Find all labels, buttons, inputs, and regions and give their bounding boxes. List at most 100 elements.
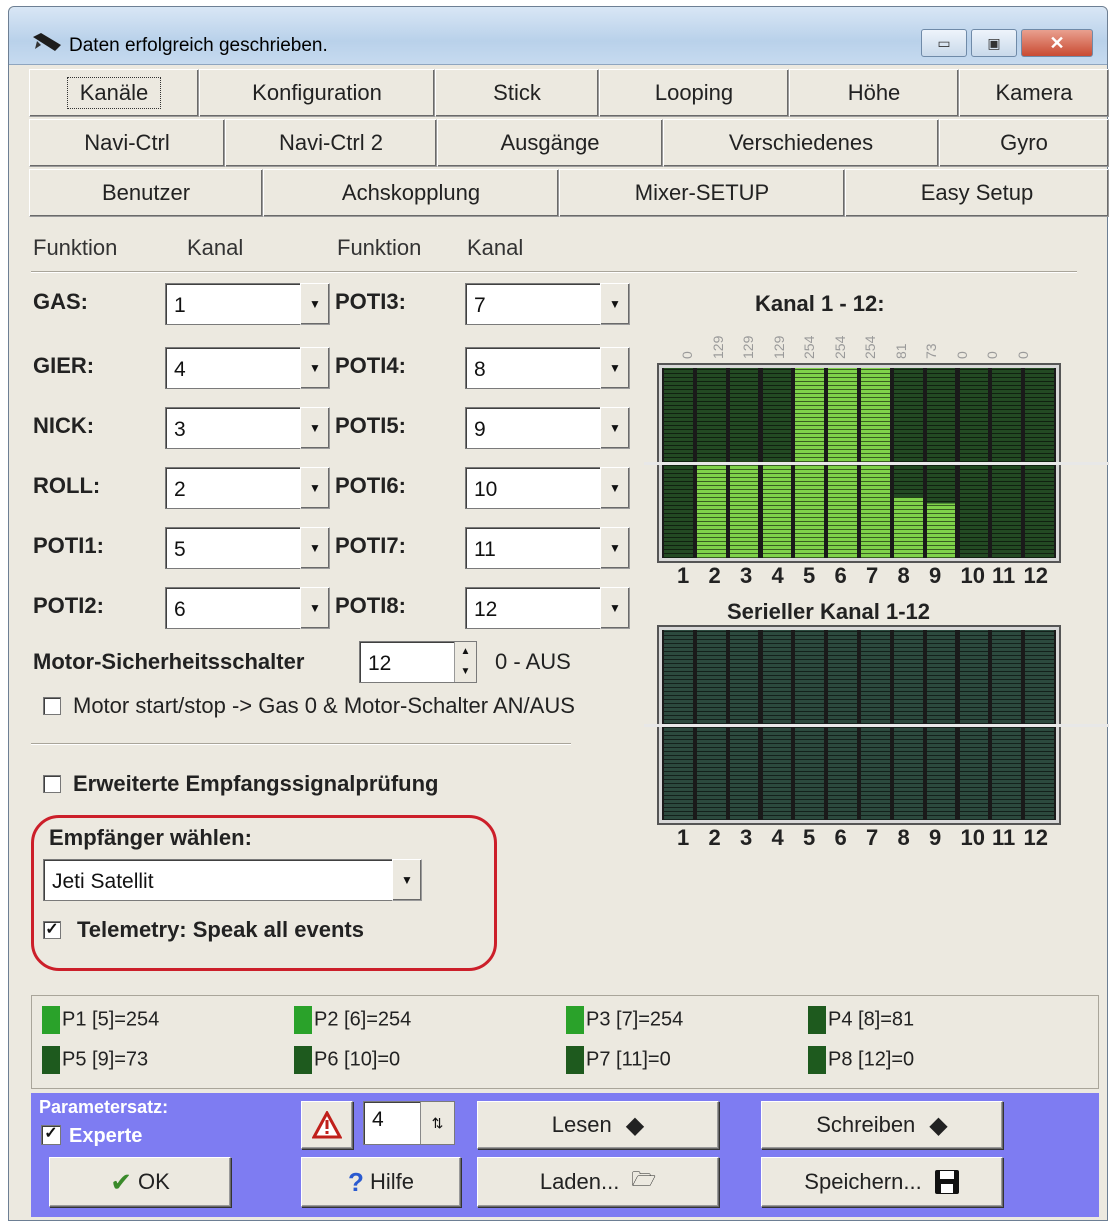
extended-check-label: Erweiterte Empfangssignalprüfung — [73, 771, 439, 796]
select-value: 8 — [474, 358, 486, 381]
poti-status-text: P8 [12]=0 — [828, 1048, 915, 1071]
chevron-down-icon[interactable]: ▼ — [600, 407, 630, 449]
receiver-select[interactable]: Jeti Satellit ▼ — [43, 859, 422, 901]
tab-row-2: Navi-Ctrl Navi-Ctrl 2 Ausgänge Verschied… — [29, 119, 1109, 167]
channel-number: 1 — [677, 825, 690, 850]
channel-select-poti2[interactable]: 6 ▼ — [165, 587, 330, 629]
channel-select-roll[interactable]: 2 ▼ — [165, 467, 330, 509]
section-separator — [31, 743, 571, 745]
tab-label: Benutzer — [101, 180, 191, 205]
tab-mixer-setup[interactable]: Mixer-SETUP — [559, 169, 845, 217]
ok-button[interactable]: ✔ OK — [49, 1157, 231, 1207]
tab-hoehe[interactable]: Höhe — [789, 69, 959, 117]
write-chip-icon: ◆ — [929, 1111, 948, 1139]
motor-switch-label: Motor-Sicherheitsschalter — [33, 649, 305, 674]
param-set-label: Parametersatz: — [39, 1097, 169, 1117]
motor-switch-spinner[interactable]: 12 ▲ ▼ — [359, 641, 477, 683]
save-button[interactable]: Speichern... — [761, 1157, 1003, 1207]
channel-select-poti8[interactable]: 12 ▼ — [465, 587, 630, 629]
channel-select-poti5[interactable]: 9 ▼ — [465, 407, 630, 449]
chevron-down-icon[interactable]: ▼ — [600, 283, 630, 325]
channel-select-poti6[interactable]: 10 ▼ — [465, 467, 630, 509]
chevron-down-icon[interactable]: ▼ — [600, 347, 630, 389]
tab-label: Mixer-SETUP — [634, 180, 770, 205]
tab-benutzer[interactable]: Benutzer — [29, 169, 263, 217]
minimize-button[interactable]: ▭ — [921, 29, 967, 57]
select-value: 6 — [174, 598, 186, 621]
tab-looping[interactable]: Looping — [599, 69, 789, 117]
tab-navi-ctrl[interactable]: Navi-Ctrl — [29, 119, 225, 167]
function-label: POTI6: — [335, 473, 406, 498]
led-indicator — [808, 1006, 826, 1034]
function-label: POTI1: — [33, 533, 104, 558]
poti-status-text: P3 [7]=254 — [586, 1008, 684, 1031]
tab-gyro[interactable]: Gyro — [939, 119, 1109, 167]
spin-arrows-icon[interactable]: ▲ ▼ — [454, 642, 476, 682]
tab-easy-setup[interactable]: Easy Setup — [845, 169, 1109, 217]
extended-check-checkbox[interactable] — [43, 775, 61, 793]
select-value: 2 — [174, 478, 186, 501]
channel-number: 7 — [866, 563, 879, 588]
motor-start-stop-checkbox[interactable] — [43, 697, 61, 715]
channel-select-nick[interactable]: 3 ▼ — [165, 407, 330, 449]
chevron-down-icon[interactable]: ▼ — [300, 407, 330, 449]
led-indicator — [566, 1006, 584, 1034]
function-label: GIER: — [33, 353, 95, 378]
channel-value-label: 81 — [892, 343, 909, 359]
write-label: Schreiben — [816, 1112, 916, 1137]
warning-icon — [312, 1111, 342, 1139]
tab-konfiguration[interactable]: Konfiguration — [199, 69, 435, 117]
maximize-button[interactable]: ▣ — [971, 29, 1017, 57]
channel-number: 6 — [834, 825, 847, 850]
tab-ausgaenge[interactable]: Ausgänge — [437, 119, 663, 167]
tab-stick[interactable]: Stick — [435, 69, 599, 117]
header-separator — [31, 271, 1077, 273]
spinner-value: 12 — [368, 652, 392, 675]
channel-select-poti3[interactable]: 7 ▼ — [465, 283, 630, 325]
chevron-down-icon[interactable]: ▼ — [300, 347, 330, 389]
chevron-down-icon[interactable]: ▼ — [300, 283, 330, 325]
channel-value-label: 254 — [801, 335, 817, 359]
warning-button[interactable] — [301, 1101, 353, 1149]
chevron-down-icon[interactable]: ▼ — [300, 587, 330, 629]
led-indicator — [808, 1046, 826, 1074]
telemetry-checkbox[interactable]: ✓ — [43, 921, 61, 939]
channel-number: 8 — [897, 563, 910, 588]
channel-number: 9 — [929, 825, 942, 850]
chevron-down-icon[interactable]: ▼ — [600, 527, 630, 569]
channel-select-gier[interactable]: 4 ▼ — [165, 347, 330, 389]
led-indicator — [566, 1046, 584, 1074]
chevron-down-icon[interactable]: ▼ — [600, 467, 630, 509]
led-indicator — [294, 1006, 312, 1034]
title-bar[interactable]: Daten erfolgreich geschrieben. ▭ ▣ ✕ — [9, 7, 1107, 65]
channel-number: 4 — [771, 825, 784, 850]
channel-select-poti4[interactable]: 8 ▼ — [465, 347, 630, 389]
tab-achskopplung[interactable]: Achskopplung — [263, 169, 559, 217]
chevron-down-icon[interactable]: ▼ — [300, 467, 330, 509]
load-button[interactable]: Laden... 🗁 — [477, 1157, 719, 1207]
channel-select-poti7[interactable]: 11 ▼ — [465, 527, 630, 569]
tab-navi-ctrl-2[interactable]: Navi-Ctrl 2 — [225, 119, 437, 167]
expert-checkbox[interactable]: ✓ — [41, 1125, 61, 1145]
function-label: POTI2: — [33, 593, 104, 618]
read-button[interactable]: Lesen ◆ — [477, 1101, 719, 1149]
led-indicator — [294, 1046, 312, 1074]
help-button[interactable]: ? Hilfe — [301, 1157, 461, 1207]
channel-select-poti1[interactable]: 5 ▼ — [165, 527, 330, 569]
window-title: Daten erfolgreich geschrieben. — [69, 35, 328, 56]
tab-verschiedenes[interactable]: Verschiedenes — [663, 119, 939, 167]
channel-select-gas[interactable]: 1 ▼ — [165, 283, 330, 325]
chevron-down-icon[interactable]: ▼ — [600, 587, 630, 629]
chevron-down-icon[interactable]: ▼ — [392, 859, 422, 901]
chevron-down-icon[interactable]: ▼ — [300, 527, 330, 569]
close-button[interactable]: ✕ — [1021, 29, 1093, 57]
write-button[interactable]: Schreiben ◆ — [761, 1101, 1003, 1149]
param-set-spinner[interactable]: 4 ⇅ — [363, 1101, 455, 1145]
tab-kanaele[interactable]: Kanäle — [29, 69, 199, 117]
spin-arrows-icon[interactable]: ⇅ — [420, 1102, 454, 1144]
read-chip-icon: ◆ — [625, 1111, 645, 1139]
tab-row-3: Benutzer Achskopplung Mixer-SETUP Easy S… — [29, 169, 1109, 217]
channel-value-label: 73 — [923, 343, 939, 359]
tab-kamera[interactable]: Kamera — [959, 69, 1109, 117]
select-value: 4 — [174, 358, 186, 381]
